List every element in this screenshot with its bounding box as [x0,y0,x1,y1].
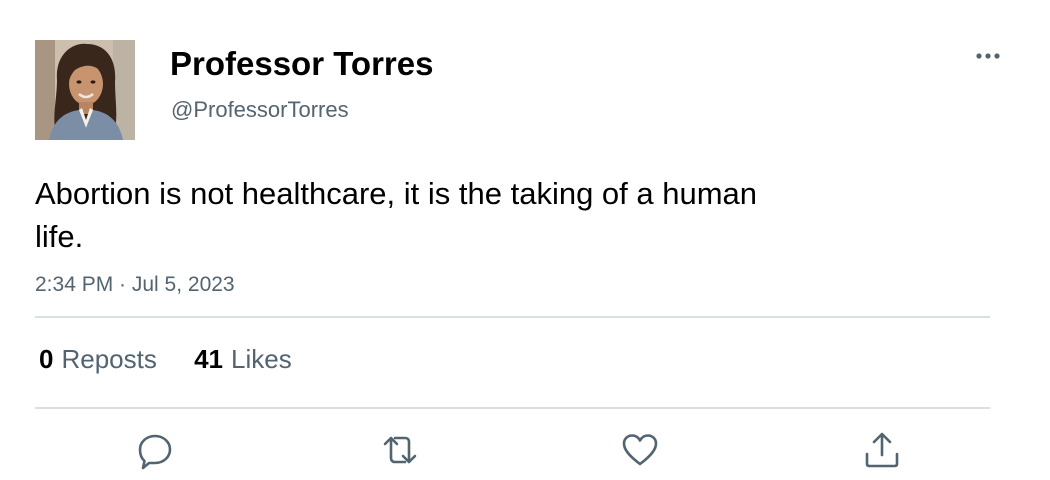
share-button[interactable] [862,430,902,470]
heart-icon [622,434,658,466]
likes-label: Likes [231,344,292,374]
likes-stat[interactable]: 41 Likes [194,342,292,376]
repost-button[interactable] [380,430,420,470]
engagement-stats: 0 Reposts 41 Likes [39,342,292,376]
more-options-icon[interactable] [970,44,1006,68]
repost-icon [383,436,417,464]
divider-top [35,316,990,318]
reposts-count: 0 [39,344,54,374]
reply-button[interactable] [135,430,175,470]
share-icon [865,432,899,468]
reposts-stat[interactable]: 0 Reposts [39,342,157,376]
tweet-text: Abortion is not healthcare, it is the ta… [35,176,758,254]
avatar[interactable] [35,40,135,140]
likes-count: 41 [194,344,224,374]
reposts-label: Reposts [61,344,157,374]
tweet-card: Professor Torres @ProfessorTorres Aborti… [0,0,1050,480]
tweet-timestamp[interactable]: 2:34 PM · Jul 5, 2023 [35,271,235,299]
reply-icon [138,434,172,470]
author-display-name[interactable]: Professor Torres [170,44,433,84]
divider-bottom [35,407,990,409]
author-handle[interactable]: @ProfessorTorres [171,96,349,124]
like-button[interactable] [620,430,660,470]
